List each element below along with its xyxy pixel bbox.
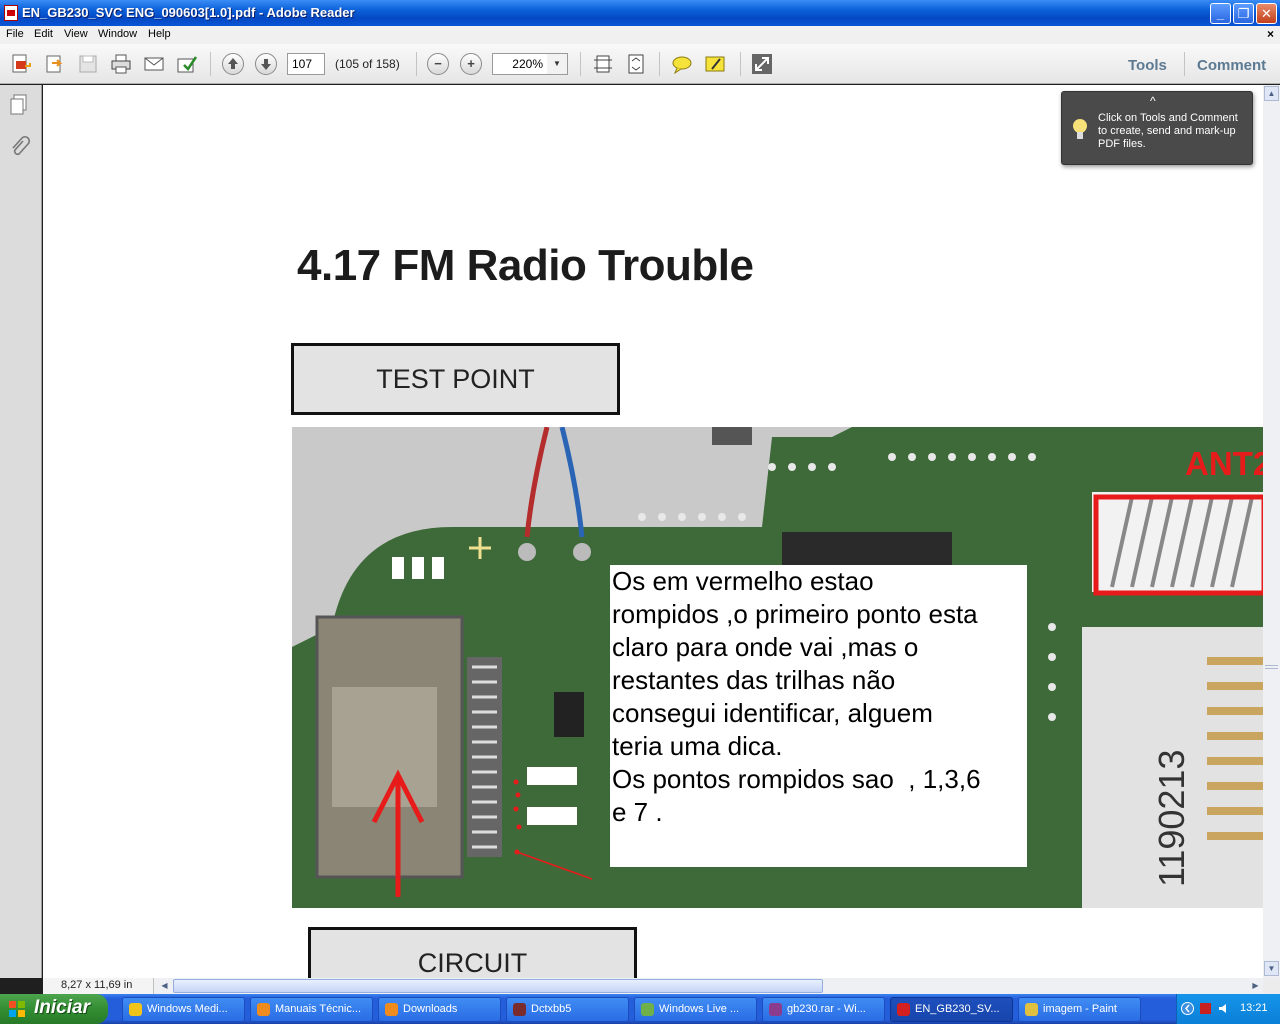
photo-gallery-icon: [641, 1003, 654, 1016]
page-heading: 4.17 FM Radio Trouble: [297, 241, 754, 290]
taskbar-item[interactable]: Dctxbb5: [506, 997, 629, 1022]
next-page-button[interactable]: [255, 53, 277, 75]
taskbar-item[interactable]: imagem - Paint: [1018, 997, 1141, 1022]
taskbar-item[interactable]: Windows Medi...: [122, 997, 245, 1022]
windows-taskbar: Iniciar Windows Medi... Manuais Técnic..…: [0, 994, 1280, 1024]
adobe-reader-icon: [897, 1003, 910, 1016]
adobe-reader-icon: [4, 5, 18, 21]
toolbar-separator: [659, 52, 660, 76]
horizontal-scroll-thumb[interactable]: [173, 979, 823, 993]
taskbar-item[interactable]: Manuais Técnic...: [250, 997, 373, 1022]
print-icon[interactable]: [110, 53, 132, 75]
highlight-text-icon[interactable]: [704, 53, 726, 75]
lightbulb-icon: [1073, 119, 1087, 139]
zoom-in-button[interactable]: +: [460, 53, 482, 75]
tools-pane-button[interactable]: Tools: [1128, 57, 1167, 74]
firefox-icon: [257, 1003, 270, 1016]
taskbar-item[interactable]: gb230.rar - Wi...: [762, 997, 885, 1022]
open-file-icon[interactable]: [44, 53, 66, 75]
toolbar-separator: [1184, 52, 1185, 76]
taskbar-item[interactable]: EN_GB230_SV...: [890, 997, 1013, 1022]
page-size-label: 8,27 x 11,69 in: [43, 978, 154, 994]
scrollbar-corner: [1263, 978, 1280, 994]
toolbar-separator: [210, 52, 211, 76]
firefox-icon: [385, 1003, 398, 1016]
sticky-note-icon[interactable]: [671, 53, 693, 75]
navigation-pane: [0, 85, 42, 978]
circuit-label: CIRCUIT: [308, 927, 637, 978]
ant2-label: ANT2: [1185, 445, 1263, 482]
scroll-up-arrow[interactable]: ▲: [1264, 86, 1279, 101]
taskbar-clock[interactable]: 13:21: [1240, 1002, 1268, 1014]
close-button[interactable]: ✕: [1256, 3, 1277, 24]
menu-window[interactable]: Window: [98, 28, 137, 40]
speaker-icon[interactable]: [1217, 1002, 1230, 1015]
menu-bar: File Edit View Window Help ×: [0, 26, 1280, 44]
menu-edit[interactable]: Edit: [34, 28, 53, 40]
comment-text-box[interactable]: Os em vermelho estao rompidos ,o primeir…: [610, 565, 1027, 867]
system-tray: 13:21: [1176, 994, 1280, 1024]
scroll-left-arrow[interactable]: ◀: [157, 978, 172, 994]
document-view[interactable]: 4.17 FM Radio Trouble TEST POINT 1190213…: [43, 85, 1263, 978]
arrow-up-icon: [228, 58, 238, 69]
comment-pane-button[interactable]: Comment: [1197, 57, 1266, 74]
zoom-dropdown-button[interactable]: ▼: [547, 53, 568, 75]
page-count-label: (105 of 158): [335, 57, 400, 71]
full-screen-icon[interactable]: [751, 53, 773, 75]
page-thumbnails-icon[interactable]: [8, 93, 30, 117]
menu-file[interactable]: File: [6, 28, 24, 40]
menu-view[interactable]: View: [64, 28, 88, 40]
tray-expand-icon[interactable]: [1181, 1002, 1194, 1015]
tip-text: Click on Tools and Comment to create, se…: [1098, 112, 1238, 150]
arrow-down-icon: [261, 59, 271, 70]
create-pdf-icon[interactable]: [10, 53, 32, 75]
collapse-tip-icon[interactable]: ^: [1150, 94, 1156, 108]
page-number-input[interactable]: 107: [287, 53, 325, 75]
save-icon[interactable]: [77, 53, 99, 75]
media-player-icon: [129, 1003, 142, 1016]
minimize-button[interactable]: _: [1210, 3, 1231, 24]
toolbar: 107 (105 of 158) − + 220% ▼ Tools Commen…: [0, 44, 1280, 84]
scroll-right-arrow[interactable]: ▶: [1248, 978, 1263, 994]
restore-button[interactable]: ❐: [1233, 3, 1254, 24]
test-point-label: TEST POINT: [291, 343, 620, 415]
scroll-down-arrow[interactable]: ▼: [1264, 961, 1279, 976]
fit-page-icon[interactable]: [625, 53, 647, 75]
window-title-bar[interactable]: EN_GB230_SVC ENG_090603[1.0].pdf - Adobe…: [0, 0, 1280, 26]
toolbar-separator: [580, 52, 581, 76]
horizontal-scrollbar[interactable]: ◀ ▶: [157, 978, 1263, 994]
paint-icon: [1025, 1003, 1038, 1016]
previous-page-button[interactable]: [222, 53, 244, 75]
start-button[interactable]: Iniciar: [0, 994, 108, 1024]
app-icon: [513, 1003, 526, 1016]
toolbar-separator: [740, 52, 741, 76]
scroll-grip[interactable]: [1265, 665, 1278, 669]
windows-flag-icon: [9, 1001, 25, 1017]
tools-tip-popup[interactable]: ^ Click on Tools and Comment to create, …: [1061, 91, 1253, 165]
taskbar-item[interactable]: Windows Live ...: [634, 997, 757, 1022]
adobe-tray-icon[interactable]: [1199, 1002, 1212, 1015]
menu-help[interactable]: Help: [148, 28, 171, 40]
email-icon[interactable]: [143, 53, 165, 75]
status-bar: 8,27 x 11,69 in ◀ ▶: [43, 978, 1280, 994]
start-label: Iniciar: [34, 997, 90, 1018]
vertical-scrollbar[interactable]: ▲ ▼: [1263, 85, 1280, 978]
pcb-marking-text: 1190213: [1151, 750, 1192, 887]
share-review-icon[interactable]: [176, 53, 198, 75]
zoom-out-button[interactable]: −: [427, 53, 449, 75]
toolbar-separator: [416, 52, 417, 76]
taskbar-item[interactable]: Downloads: [378, 997, 501, 1022]
fit-width-icon[interactable]: [592, 53, 614, 75]
window-title: EN_GB230_SVC ENG_090603[1.0].pdf - Adobe…: [22, 5, 355, 20]
winrar-icon: [769, 1003, 782, 1016]
document-close-button[interactable]: ×: [1267, 27, 1274, 41]
zoom-level-input[interactable]: 220%: [492, 53, 548, 75]
attachments-paperclip-icon[interactable]: [8, 135, 30, 159]
